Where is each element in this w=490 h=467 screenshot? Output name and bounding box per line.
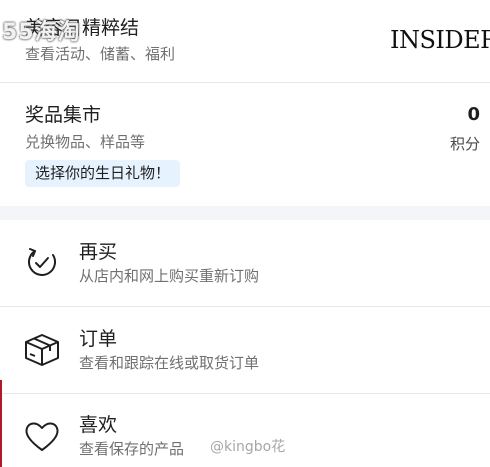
heart-icon xyxy=(22,416,62,456)
orders-subtitle: 查看和跟踪在线或取货订单 xyxy=(79,354,260,372)
orders-row[interactable]: 订单 查看和跟踪在线或取货订单 xyxy=(0,307,490,393)
birthday-gift-button[interactable]: 选择你的生日礼物！ xyxy=(25,160,181,187)
rewards-bazaar-row[interactable]: 奖品集市 兑换物品、样品等 xyxy=(0,83,490,206)
user-watermark: @kingbo花 xyxy=(210,439,286,455)
section-separator xyxy=(0,206,490,220)
edge-accent xyxy=(0,380,2,467)
reorder-row[interactable]: 再买 从店内和网上购买重新订购 xyxy=(0,220,490,306)
points-label: 积分 xyxy=(449,135,480,153)
beauty-insider-subtitle: 查看活动、储蓄、福利 xyxy=(25,45,176,63)
rewards-bazaar-subtitle: 兑换物品、样品等 xyxy=(25,133,146,151)
favorites-row[interactable]: 喜欢 查看保存的产品 xyxy=(0,394,490,467)
insider-logo: INSIDER xyxy=(390,26,490,54)
package-icon xyxy=(22,329,62,369)
points-value: 0 xyxy=(467,104,480,125)
site-watermark: 55海淘 xyxy=(2,20,81,45)
favorites-subtitle: 查看保存的产品 xyxy=(79,440,185,458)
reorder-subtitle: 从店内和网上购买重新订购 xyxy=(79,267,260,285)
favorites-title: 喜欢 xyxy=(79,414,118,436)
reorder-icon xyxy=(22,242,62,282)
orders-title: 订单 xyxy=(79,328,118,350)
rewards-bazaar-title: 奖品集市 xyxy=(25,104,102,126)
reorder-title: 再买 xyxy=(79,241,118,263)
